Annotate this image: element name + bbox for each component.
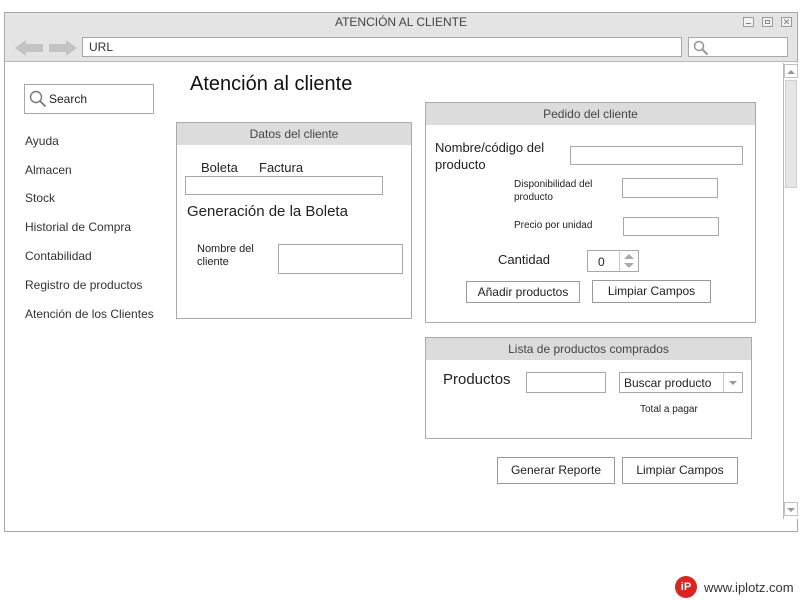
buscar-producto-select[interactable]: Buscar producto [619, 372, 743, 393]
sidebar-item-almacen[interactable]: Almacen [25, 163, 72, 177]
scroll-down-button[interactable] [784, 502, 798, 516]
chevron-up-icon [787, 70, 795, 74]
sidebar-item-stock[interactable]: Stock [25, 191, 55, 205]
back-arrow-icon[interactable] [15, 40, 45, 56]
search-icon [29, 90, 47, 108]
cantidad-value: 0 [598, 255, 605, 269]
producto-label: Nombre/código del producto [435, 140, 545, 172]
decrement-icon[interactable] [624, 263, 634, 268]
sidebar-item-atencion-de-los-clientes[interactable]: Atención de los Clientes [25, 307, 154, 321]
sidebar-item-ayuda[interactable]: Ayuda [25, 134, 59, 148]
url-input[interactable]: URL [82, 37, 682, 57]
document-field[interactable] [185, 176, 383, 195]
sidebar-item-contabilidad[interactable]: Contabilidad [25, 249, 92, 263]
close-icon[interactable]: ✕ [781, 17, 792, 27]
iplotz-logo: iP [675, 576, 697, 598]
anadir-productos-button[interactable]: Añadir productos [466, 281, 580, 303]
precio-label: Precio por unidad [514, 220, 593, 231]
generar-reporte-button[interactable]: Generar Reporte [497, 457, 615, 484]
productos-label: Productos [443, 371, 511, 388]
increment-icon[interactable] [624, 254, 634, 259]
limpiar-campos-pedido-button[interactable]: Limpiar Campos [592, 280, 711, 303]
search-icon [693, 40, 709, 56]
nombre-cliente-label: Nombre del cliente [197, 243, 254, 268]
cantidad-label: Cantidad [498, 252, 551, 267]
lista-productos-header: Lista de productos comprados [426, 338, 751, 360]
producto-input[interactable] [570, 146, 743, 165]
window-title: ATENCIÓN AL CLIENTE [334, 15, 468, 29]
boleta-section-title: Generación de la Boleta [187, 203, 348, 220]
total-pagar-label: Total a pagar [640, 404, 698, 415]
buscar-producto-value: Buscar producto [624, 376, 712, 390]
limpiar-campos-button[interactable]: Limpiar Campos [622, 457, 738, 484]
datos-cliente-header: Datos del cliente [177, 123, 411, 145]
minimize-icon[interactable] [743, 17, 754, 27]
disponibilidad-label: Disponibilidad del producto [514, 179, 593, 203]
pedido-cliente-header: Pedido del cliente [426, 103, 755, 125]
tab-factura[interactable]: Factura [259, 160, 303, 175]
scrollbar-thumb[interactable] [785, 80, 797, 188]
sidebar-item-historial-de-compra[interactable]: Historial de Compra [25, 220, 131, 234]
page-title: Atención al cliente [190, 73, 353, 95]
browser-search-input[interactable] [688, 37, 788, 57]
forward-arrow-icon[interactable] [47, 40, 77, 56]
sidebar-item-registro-de-productos[interactable]: Registro de productos [25, 278, 142, 292]
chevron-down-icon [787, 508, 795, 512]
nombre-cliente-input[interactable] [278, 244, 403, 274]
chevron-down-icon [723, 373, 742, 392]
datos-cliente-panel: Datos del cliente [176, 122, 412, 319]
iplotz-site-link[interactable]: www.iplotz.com [704, 580, 794, 595]
cantidad-stepper[interactable]: 0 [587, 250, 639, 272]
sidebar-search-placeholder: Search [49, 92, 88, 106]
precio-input[interactable] [623, 217, 719, 236]
productos-input[interactable] [526, 372, 606, 393]
maximize-icon[interactable] [762, 17, 773, 27]
tab-boleta[interactable]: Boleta [201, 160, 238, 175]
disponibilidad-input[interactable] [622, 178, 718, 198]
sidebar-search-input[interactable]: Search [24, 84, 154, 114]
scroll-up-button[interactable] [784, 64, 798, 78]
